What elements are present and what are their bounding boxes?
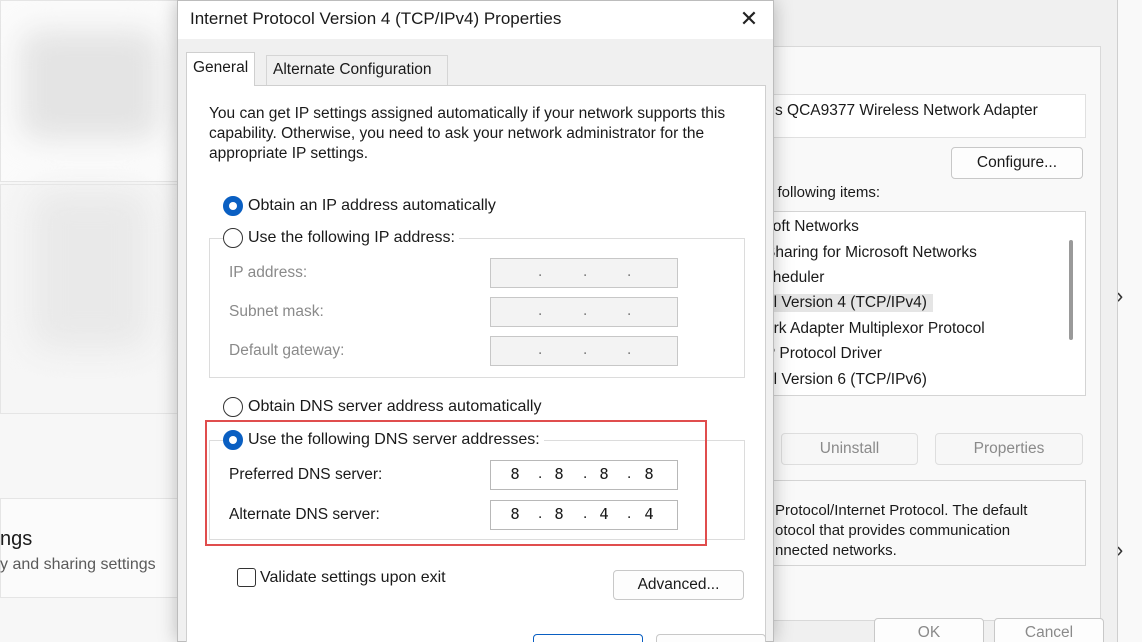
obtain-dns-auto-radio[interactable]: Obtain DNS server address automatically xyxy=(223,397,546,417)
description-box: Protocol/Internet Protocol. The default … xyxy=(761,480,1086,566)
preferred-dns-label: Preferred DNS server: xyxy=(229,466,383,483)
alternate-dns-label: Alternate DNS server: xyxy=(229,506,380,523)
ip-dot: . xyxy=(583,341,588,358)
radio-label: Use the following DNS server addresses: xyxy=(248,431,540,448)
subnet-mask-field[interactable]: . . . xyxy=(490,297,678,327)
list-scrollbar[interactable] xyxy=(1069,240,1073,340)
list-item[interactable]: ork Adapter Multiplexor Protocol xyxy=(765,320,985,338)
list-item[interactable]: Sharing for Microsoft Networks xyxy=(765,244,977,262)
ip-dot: . xyxy=(583,465,588,482)
radio-checked-icon[interactable] xyxy=(223,430,243,450)
ip-dot: . xyxy=(627,341,632,358)
dns-octet: 4 xyxy=(644,505,654,523)
ok-button[interactable]: OK xyxy=(874,618,984,642)
radio-label: Use the following IP address: xyxy=(248,229,455,246)
dialog-ok-button[interactable] xyxy=(533,634,643,642)
ip-dot: . xyxy=(538,302,543,319)
uninstall-button[interactable]: Uninstall xyxy=(781,433,918,465)
settings-section-subtitle: y and sharing settings xyxy=(0,556,156,573)
title-bar: Internet Protocol Version 4 (TCP/IPv4) P… xyxy=(178,1,773,39)
alternate-dns-field[interactable]: 8 . 8 . 4 . 4 xyxy=(490,500,678,530)
dns-octet: 8 xyxy=(510,465,520,483)
ip-dot: . xyxy=(627,505,632,522)
dialog-title: Internet Protocol Version 4 (TCP/IPv4) P… xyxy=(190,9,562,28)
list-item[interactable]: soft Networks xyxy=(765,218,859,236)
default-gateway-field[interactable]: . . . xyxy=(490,336,678,366)
wifi-properties-panel: s QCA9377 Wireless Network Adapter Confi… xyxy=(761,46,1101,621)
ip-address-field[interactable]: . . . xyxy=(490,258,678,288)
intro-text: You can get IP settings assigned automat… xyxy=(209,105,726,162)
ip-dot: . xyxy=(583,263,588,280)
ip-dot: . xyxy=(538,465,543,482)
subnet-mask-label: Subnet mask: xyxy=(229,303,324,320)
dns-octet: 8 xyxy=(644,465,654,483)
checkbox-unchecked-icon[interactable] xyxy=(237,568,256,587)
validate-settings-checkbox[interactable]: Validate settings upon exit xyxy=(237,568,446,587)
ip-dot: . xyxy=(538,341,543,358)
radio-label: Obtain DNS server address automatically xyxy=(248,398,542,415)
ip-dot: . xyxy=(627,302,632,319)
dns-octet: 8 xyxy=(554,505,564,523)
dns-octet: 8 xyxy=(510,505,520,523)
configure-button[interactable]: Configure... xyxy=(951,147,1083,179)
tab-general[interactable]: General xyxy=(186,52,256,86)
settings-section-title[interactable]: ngs xyxy=(0,528,32,551)
use-following-ip-radio[interactable]: Use the following IP address: xyxy=(223,228,459,248)
default-gateway-label: Default gateway: xyxy=(229,342,345,359)
dns-octet: 4 xyxy=(599,505,609,523)
wifi-properties-window: s QCA9377 Wireless Network Adapter Confi… xyxy=(760,0,1118,642)
checkbox-label: Validate settings upon exit xyxy=(260,568,446,586)
close-icon[interactable]: ✕ xyxy=(734,5,764,35)
list-item[interactable]: ol Version 4 (TCP/IPv4) xyxy=(765,294,933,312)
ip-dot: . xyxy=(583,505,588,522)
ip-dot: . xyxy=(538,263,543,280)
general-tab-panel: You can get IP settings assigned automat… xyxy=(186,85,766,642)
tab-alternate-configuration[interactable]: Alternate Configuration xyxy=(266,55,448,85)
ip-address-label: IP address: xyxy=(229,264,308,281)
radio-label: Obtain an IP address automatically xyxy=(248,197,496,214)
preferred-dns-field[interactable]: 8 . 8 . 8 . 8 xyxy=(490,460,678,490)
ip-dot: . xyxy=(627,263,632,280)
ipv4-properties-dialog: Internet Protocol Version 4 (TCP/IPv4) P… xyxy=(177,0,774,642)
adapter-name: s QCA9377 Wireless Network Adapter xyxy=(761,94,1086,138)
dialog-cancel-button[interactable] xyxy=(656,634,766,642)
obtain-ip-auto-radio[interactable]: Obtain an IP address automatically xyxy=(223,196,500,216)
properties-button[interactable]: Properties xyxy=(935,433,1083,465)
cancel-button[interactable]: Cancel xyxy=(994,618,1104,642)
ip-dot: . xyxy=(538,505,543,522)
advanced-button[interactable]: Advanced... xyxy=(613,570,744,600)
radio-checked-icon[interactable] xyxy=(223,196,243,216)
dns-octet: 8 xyxy=(599,465,609,483)
list-item[interactable]: ol Version 6 (TCP/IPv6) xyxy=(765,371,927,389)
use-following-dns-radio[interactable]: Use the following DNS server addresses: xyxy=(223,430,544,450)
blurred-region xyxy=(30,190,150,350)
blurred-region xyxy=(20,30,160,140)
radio-unchecked-icon[interactable] xyxy=(223,397,243,417)
items-label: e following items: xyxy=(765,184,881,201)
dns-octet: 8 xyxy=(554,465,564,483)
radio-unchecked-icon[interactable] xyxy=(223,228,243,248)
ip-dot: . xyxy=(627,465,632,482)
components-list[interactable]: soft Networks Sharing for Microsoft Netw… xyxy=(761,211,1086,396)
list-item[interactable]: P Protocol Driver xyxy=(765,345,882,363)
ip-dot: . xyxy=(583,302,588,319)
